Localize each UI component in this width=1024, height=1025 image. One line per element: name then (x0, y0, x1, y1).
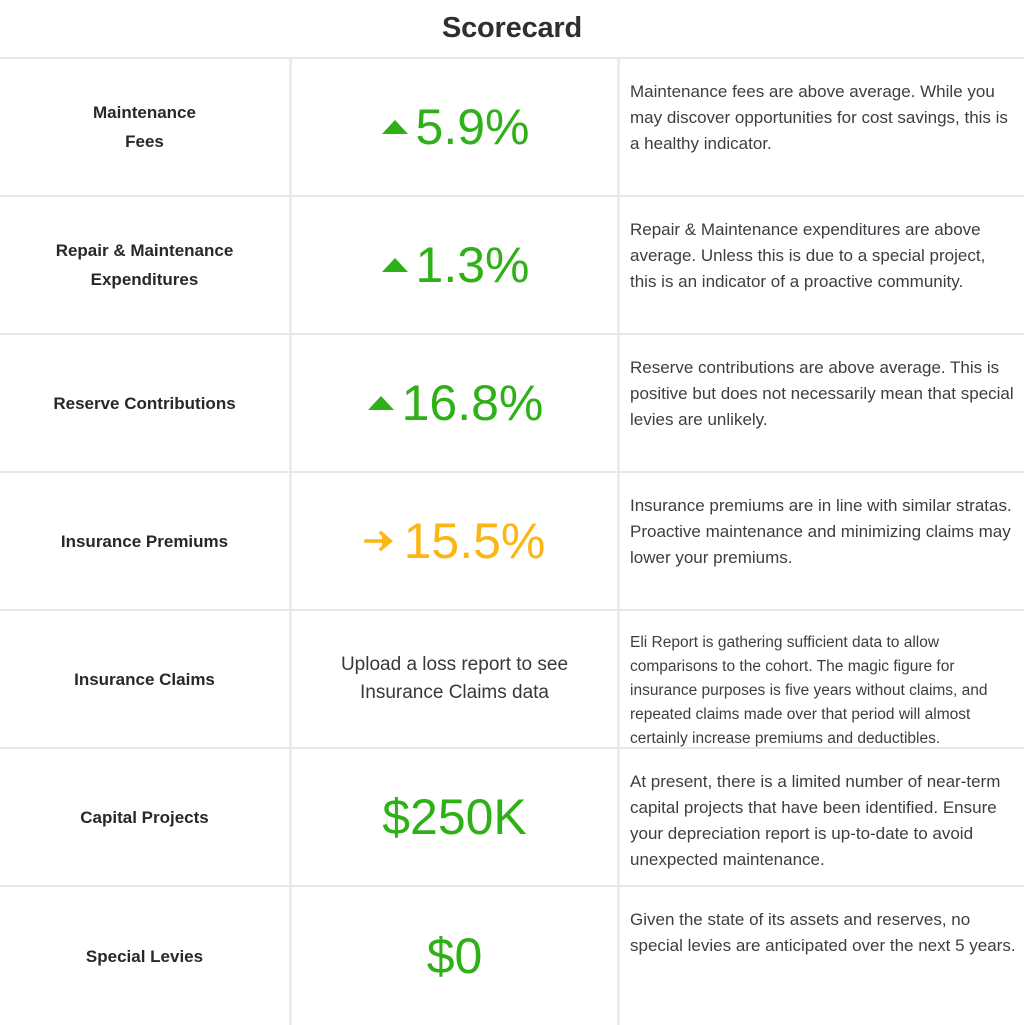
metric-value-cell: $250K (292, 749, 620, 885)
metric-value-cell: 16.8% (292, 335, 620, 471)
metric-value-cell: 15.5% (292, 473, 620, 609)
metric-label: Insurance Premiums (61, 527, 228, 556)
table-row: Reserve Contributions 16.8% Reserve contri… (0, 335, 1024, 473)
page-title: Scorecard (441, 12, 583, 44)
metric-value: $0 (427, 931, 483, 981)
triangle-up-icon (366, 391, 396, 415)
metric-label: Maintenance Fees (93, 98, 196, 156)
arrow-right-icon (363, 528, 398, 554)
triangle-up-icon (380, 115, 410, 139)
metric-label-line1: Capital Projects (80, 807, 209, 827)
metric-value: 5.9% (380, 99, 530, 155)
metric-label-line1: Reserve Contributions (53, 393, 236, 413)
metric-value: 15.5% (363, 513, 546, 569)
metric-note-cell: Insurance premiums are in line with simi… (620, 473, 1024, 609)
metric-value-cell: $0 (292, 887, 620, 1025)
metric-note: Insurance premiums are in line with simi… (630, 496, 1012, 567)
scorecard-panel: Scorecard Maintenance Fees 5.9% Maintenance… (0, 0, 1024, 1025)
metric-note-cell: Repair & Maintenance expenditures are ab… (620, 197, 1024, 333)
metric-note: Given the state of its assets and reserv… (630, 910, 1016, 955)
metric-label-line2: Expenditures (90, 270, 199, 289)
scorecard-table: Maintenance Fees 5.9% Maintenance fees are … (0, 57, 1024, 1025)
metric-number: 16.8% (401, 375, 544, 431)
metric-label: Repair & Maintenance Expenditures (56, 236, 234, 294)
table-row: Insurance Premiums 15.5% Insurance premium… (0, 473, 1024, 611)
metric-label-line2: Fees (125, 132, 164, 151)
metric-label-cell: Repair & Maintenance Expenditures (0, 197, 292, 333)
metric-value: 16.8% (366, 375, 544, 431)
metric-placeholder-text: Upload a loss report to see Insurance Cl… (340, 654, 569, 703)
table-row: Capital Projects $250K At present, there i… (0, 749, 1024, 887)
metric-note-cell: Given the state of its assets and reserv… (620, 887, 1024, 1025)
metric-note: Eli Report is gathering sufficient data … (630, 634, 988, 747)
metric-number: 15.5% (403, 513, 546, 569)
metric-note-cell: Maintenance fees are above average. Whil… (620, 59, 1024, 195)
metric-label-line1: Maintenance (93, 103, 196, 122)
table-row: Insurance Claims Upload a loss report to … (0, 611, 1024, 749)
metric-note: Reserve contributions are above average.… (630, 358, 1014, 429)
metric-label: Special Levies (86, 942, 203, 971)
metric-label-cell: Capital Projects (0, 749, 292, 885)
table-row: Special Levies $0 Given the state of its a… (0, 887, 1024, 1025)
metric-label: Insurance Claims (74, 665, 215, 694)
metric-label-cell: Special Levies (0, 887, 292, 1025)
metric-value-cell: Upload a loss report to see Insurance Cl… (292, 611, 620, 747)
metric-label-line1: Special Levies (85, 946, 204, 966)
metric-value: 1.3% (380, 237, 530, 293)
metric-label-cell: Maintenance Fees (0, 59, 292, 195)
metric-note: Maintenance fees are above average. Whil… (630, 82, 1008, 153)
metric-note-cell: At present, there is a limited number of… (620, 749, 1024, 885)
metric-label-cell: Insurance Premiums (0, 473, 292, 609)
metric-number: 5.9% (415, 99, 530, 155)
metric-label: Capital Projects (80, 803, 209, 832)
metric-note: Repair & Maintenance expenditures are ab… (630, 220, 986, 291)
metric-label-line1: Insurance Premiums (60, 531, 229, 551)
metric-number: 1.3% (415, 237, 530, 293)
table-row: Repair & Maintenance Expenditures 1.3% Repa… (0, 197, 1024, 335)
metric-value-cell: 5.9% (292, 59, 620, 195)
table-row: Maintenance Fees 5.9% Maintenance fees are … (0, 59, 1024, 197)
metric-label-line1: Insurance Claims (74, 669, 215, 689)
metric-note-cell: Reserve contributions are above average.… (620, 335, 1024, 471)
metric-note-cell: Eli Report is gathering sufficient data … (620, 611, 1024, 747)
metric-label: Reserve Contributions (53, 389, 235, 418)
metric-label-line1: Repair & Maintenance (55, 241, 234, 260)
metric-note: At present, there is a limited number of… (630, 772, 1001, 869)
metric-number: $250K (382, 789, 527, 845)
metric-value-cell: 1.3% (292, 197, 620, 333)
metric-value: $250K (382, 792, 527, 842)
metric-label-cell: Reserve Contributions (0, 335, 292, 471)
triangle-up-icon (380, 253, 410, 277)
metric-label-cell: Insurance Claims (0, 611, 292, 747)
metric-number: $0 (426, 928, 483, 984)
